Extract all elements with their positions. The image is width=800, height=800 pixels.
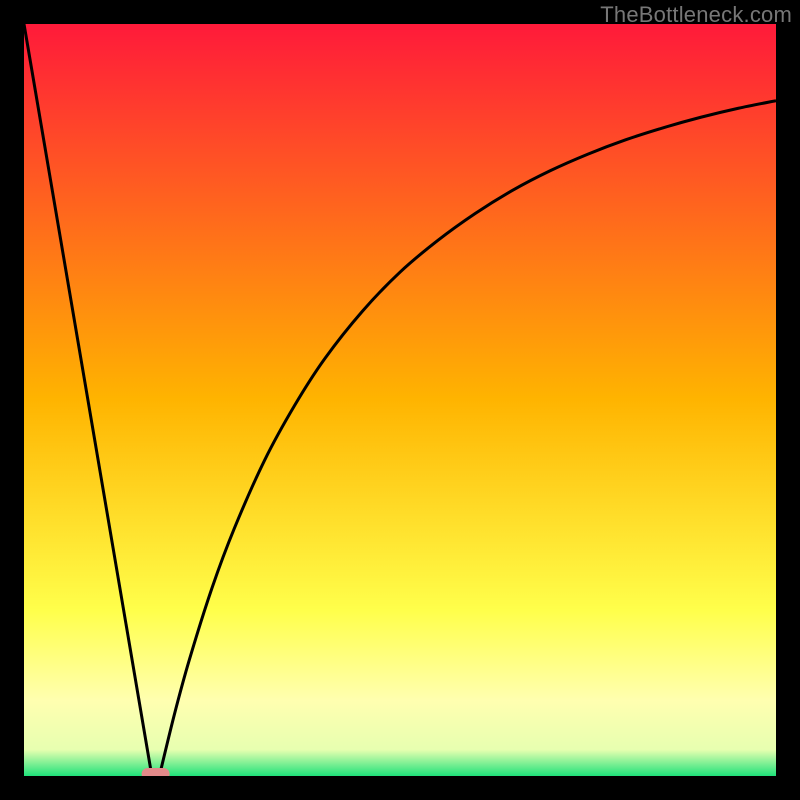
chart-background-gradient xyxy=(24,24,776,776)
minimum-marker xyxy=(142,768,170,776)
chart-frame: TheBottleneck.com xyxy=(0,0,800,800)
plot-area xyxy=(24,24,776,776)
chart-svg xyxy=(24,24,776,776)
